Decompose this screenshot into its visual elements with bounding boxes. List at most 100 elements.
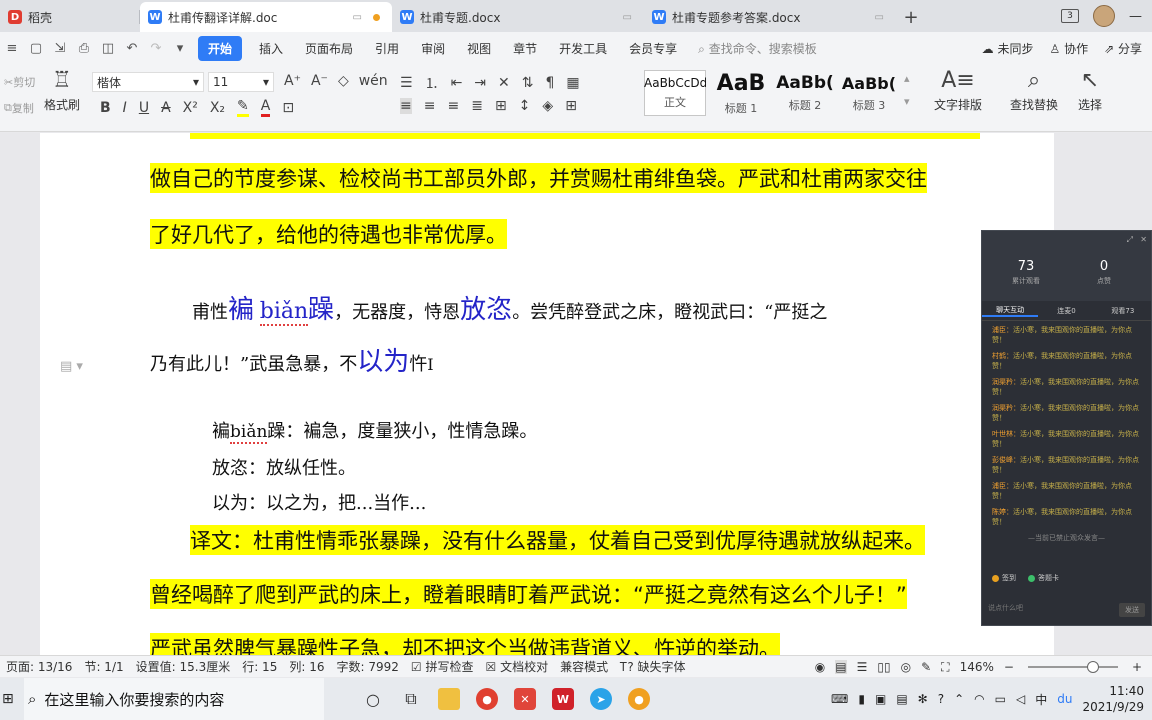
original-text-line-1[interactable]: 甫性褊 biǎn躁，无器度，恃恩放恣。尝凭醉登武之床，瞪视武曰：“严挺之 bbox=[192, 289, 827, 326]
line-spacing-icon[interactable]: ↕ bbox=[519, 98, 531, 114]
quick-access-dropdown-icon[interactable]: ▾ bbox=[168, 41, 192, 56]
note-1[interactable]: 褊biǎn躁：褊急，度量狭小，性情急躁。 bbox=[212, 417, 537, 444]
bullet-list-icon[interactable]: ☰ bbox=[400, 75, 413, 91]
missing-font-button[interactable]: Ꭲ? 缺失字体 bbox=[620, 658, 685, 675]
tab-screen-icon[interactable]: ▭ bbox=[875, 12, 884, 23]
justify-icon[interactable]: ≣ bbox=[471, 98, 483, 114]
collaborate-button[interactable]: ♙ 协作 bbox=[1050, 40, 1089, 57]
minimize-icon[interactable]: — bbox=[1129, 9, 1142, 24]
clock[interactable]: 11:40 2021/9/29 bbox=[1082, 683, 1144, 715]
shading-icon[interactable]: ◈ bbox=[542, 98, 553, 114]
answer-card-button[interactable]: 答题卡 bbox=[1028, 573, 1059, 583]
borders-icon[interactable]: ⊞ bbox=[565, 98, 577, 114]
translation-line-1[interactable]: 译文：杜甫性情乖张暴躁，没有什么器量，仗着自己受到优厚待遇就放纵起来。 bbox=[190, 525, 925, 555]
help-icon[interactable]: ? bbox=[938, 692, 944, 706]
find-replace-button[interactable]: ⌕ 查找替换 bbox=[1010, 68, 1058, 113]
align-right-icon[interactable]: ≡ bbox=[447, 98, 459, 114]
doc-line-1[interactable]: 做自己的节度参谋、检校尚书工部员外郎，并赏赐杜甫绯鱼袋。严武和杜甫两家交往 bbox=[150, 163, 927, 193]
menu-hamburger-icon[interactable]: ≡ bbox=[0, 41, 24, 56]
menu-view[interactable]: 视图 bbox=[456, 40, 502, 57]
microphone-icon[interactable]: ▮ bbox=[858, 692, 865, 706]
close-icon[interactable]: ✕ bbox=[1140, 235, 1147, 244]
numbered-list-icon[interactable]: ⒈ bbox=[425, 73, 439, 93]
keyboard-icon[interactable]: ⌨ bbox=[831, 692, 848, 706]
live-app-icon[interactable]: ● bbox=[620, 678, 658, 720]
shrink-font-icon[interactable]: A⁻ bbox=[311, 73, 328, 89]
zoom-slider-thumb[interactable] bbox=[1086, 661, 1099, 673]
italic-icon[interactable]: I bbox=[123, 100, 127, 116]
char-border-icon[interactable]: ⊡ bbox=[282, 100, 294, 116]
taskbar-search[interactable]: ⌕ 在这里输入你要搜索的内容 bbox=[24, 678, 324, 720]
zoom-slider[interactable] bbox=[1027, 661, 1118, 673]
tab-dufu-translation[interactable]: W 杜甫传翻译详解.doc ▭ bbox=[140, 2, 392, 32]
menu-start[interactable]: 开始 bbox=[198, 35, 243, 61]
translation-line-2[interactable]: 曾经喝醉了爬到严武的床上，瞪着眼睛盯着严武说：“严挺之竟然有这么个儿子！” bbox=[150, 579, 907, 609]
bold-icon[interactable]: B bbox=[100, 100, 111, 116]
zoom-in-icon[interactable]: + bbox=[1132, 660, 1142, 674]
tab-screen-icon[interactable]: ▭ bbox=[353, 12, 362, 23]
style-heading-1[interactable]: AaB 标题 1 bbox=[710, 70, 772, 116]
clear-format-icon[interactable]: ◇ bbox=[338, 73, 349, 89]
select-button[interactable]: ↖ 选择 bbox=[1078, 68, 1102, 113]
doc-line-2[interactable]: 了好几代了，给他的待遇也非常优厚。 bbox=[150, 219, 507, 249]
baidu-icon[interactable]: du bbox=[1057, 692, 1072, 706]
save-icon[interactable]: ▢ bbox=[24, 41, 48, 56]
tray-app-icon[interactable]: ▣ bbox=[875, 692, 886, 706]
redo-icon[interactable]: ↷ bbox=[144, 41, 168, 56]
subscript-icon[interactable]: X₂ bbox=[210, 100, 225, 116]
show-marks-icon[interactable]: ¶ bbox=[546, 75, 555, 91]
highlight-icon[interactable]: ✎ bbox=[237, 98, 249, 117]
sort-icon[interactable]: ⇅ bbox=[522, 75, 534, 91]
sync-button[interactable]: ☁ 未同步 bbox=[982, 40, 1034, 57]
menu-review[interactable]: 审阅 bbox=[410, 40, 456, 57]
style-heading-3[interactable]: AaBb( 标题 3 bbox=[838, 70, 900, 116]
print-icon[interactable]: ⎙ bbox=[72, 41, 96, 56]
command-search-input[interactable]: ⌕ 查找命令、搜索模板 bbox=[698, 40, 817, 57]
align-left-icon[interactable]: ≡ bbox=[400, 98, 412, 114]
original-text-line-2[interactable]: 乃有此儿！”武虽急暴，不以为忤I bbox=[150, 341, 434, 378]
print-preview-icon[interactable]: ◫ bbox=[96, 41, 120, 56]
menu-insert[interactable]: 插入 bbox=[248, 40, 294, 57]
align-center-icon[interactable]: ≡ bbox=[424, 98, 436, 114]
tab-screen-icon[interactable]: ▭ bbox=[623, 12, 632, 23]
format-painter-button[interactable]: ♖ 格式刷 bbox=[44, 68, 80, 113]
windows-start-icon[interactable]: ⊞ bbox=[2, 691, 18, 707]
status-word-count[interactable]: 字数: 7992 bbox=[336, 658, 398, 675]
tab-viewers[interactable]: 观看73 bbox=[1095, 306, 1151, 316]
wifi-icon[interactable]: ◠ bbox=[974, 692, 984, 706]
distribute-icon[interactable]: ⊞ bbox=[495, 98, 507, 114]
chinese-layout-icon[interactable]: ✕ bbox=[498, 75, 510, 91]
send-button[interactable]: 发送 bbox=[1119, 603, 1145, 617]
menu-references[interactable]: 引用 bbox=[364, 40, 410, 57]
tab-daoke[interactable]: D 稻壳 bbox=[0, 2, 140, 32]
new-tab-button[interactable]: + bbox=[896, 2, 926, 32]
eye-protection-icon[interactable]: ◉ bbox=[815, 660, 825, 674]
outline-view-icon[interactable]: ☰ bbox=[857, 660, 868, 674]
note-3[interactable]: 以为：以之为，把...当作... bbox=[212, 489, 426, 515]
text-layout-button[interactable]: A≡ 文字排版 bbox=[934, 68, 982, 113]
style-gallery-scroll[interactable]: ▴ ▾ bbox=[904, 72, 910, 108]
grow-font-icon[interactable]: A⁺ bbox=[284, 73, 301, 89]
font-color-icon[interactable]: A bbox=[260, 98, 271, 117]
menu-member[interactable]: 会员专享 bbox=[618, 40, 688, 57]
wps-writer-icon[interactable]: W bbox=[544, 678, 582, 720]
zoom-level[interactable]: 146% bbox=[960, 660, 994, 674]
chrome-icon[interactable]: ● bbox=[468, 678, 506, 720]
pinyin-guide-icon[interactable]: wén bbox=[359, 73, 388, 89]
tab-chat[interactable]: 聊天互动 bbox=[982, 305, 1039, 317]
cortana-icon[interactable]: ○ bbox=[354, 678, 392, 720]
paragraph-marker-icon[interactable]: ▤ ▾ bbox=[60, 359, 83, 374]
avatar[interactable] bbox=[1093, 5, 1115, 27]
volume-icon[interactable]: ◁ bbox=[1016, 692, 1025, 706]
tab-counter-button[interactable]: 3 bbox=[1061, 9, 1079, 23]
paw-icon[interactable]: ✻ bbox=[918, 692, 928, 706]
spell-check-button[interactable]: ☑ 拼写检查 bbox=[411, 658, 474, 675]
undo-icon[interactable]: ↶ bbox=[120, 41, 144, 56]
style-heading-2[interactable]: AaBb( 标题 2 bbox=[774, 70, 836, 116]
wps-app-icon[interactable]: ✕ bbox=[506, 678, 544, 720]
cut-button[interactable]: ✂ 剪切 bbox=[4, 74, 35, 90]
tab-dufu-answers[interactable]: W 杜甫专题参考答案.docx ▭ bbox=[644, 2, 896, 32]
note-2[interactable]: 放恣：放纵任性。 bbox=[212, 454, 356, 480]
feishu-icon[interactable]: ➤ bbox=[582, 678, 620, 720]
tray-expand-icon[interactable]: ⌃ bbox=[954, 692, 964, 706]
